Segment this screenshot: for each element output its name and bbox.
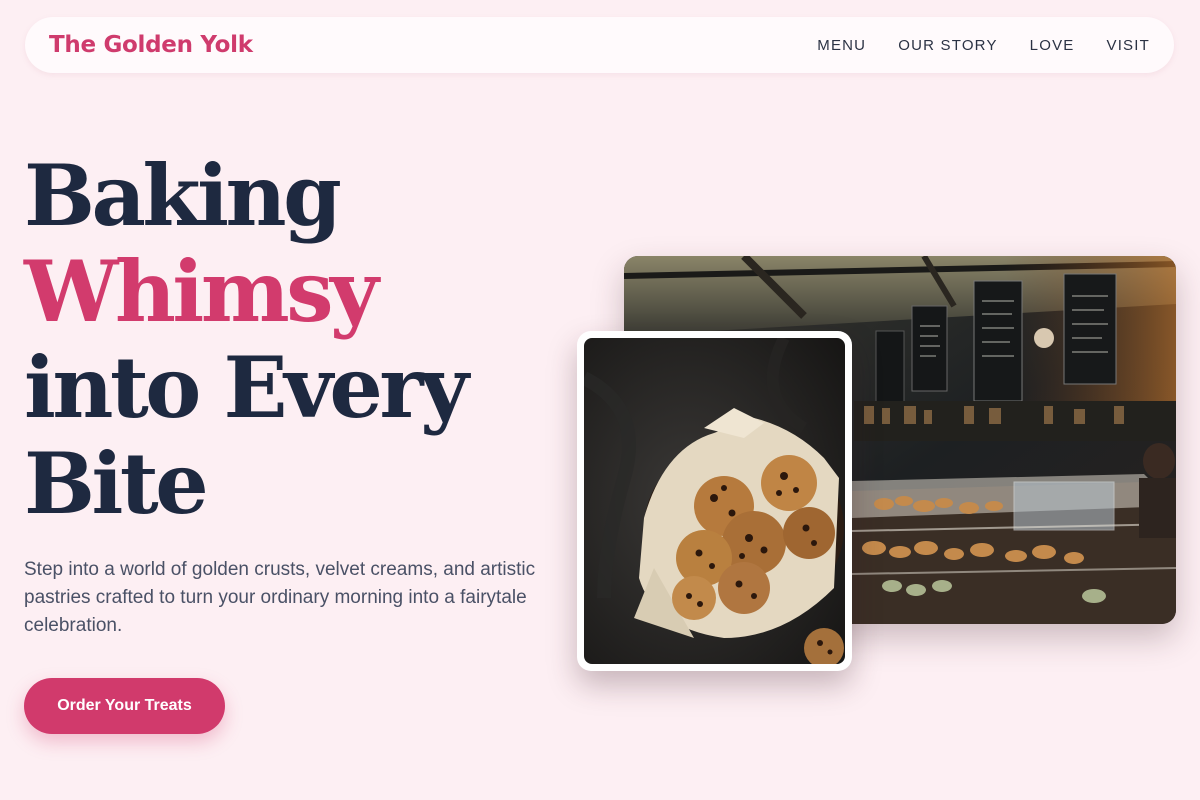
headline-line-3: into Every bbox=[24, 338, 469, 437]
main-nav: MENU OUR STORY LOVE VISIT bbox=[817, 37, 1150, 54]
nav-link-our-story[interactable]: OUR STORY bbox=[898, 37, 997, 54]
hero-headline: Baking Whimsy into Every Bite bbox=[24, 148, 584, 532]
brand-logo[interactable]: The Golden Yolk bbox=[49, 32, 253, 58]
top-navbar: The Golden Yolk MENU OUR STORY LOVE VISI… bbox=[25, 17, 1174, 73]
headline-line-4: Bite bbox=[24, 434, 209, 533]
cookies-basket-image bbox=[584, 338, 845, 664]
headline-line-1: Baking bbox=[24, 146, 342, 245]
headline-accent-word: Whimsy bbox=[24, 242, 379, 341]
nav-link-menu[interactable]: MENU bbox=[817, 37, 866, 54]
nav-link-love[interactable]: LOVE bbox=[1030, 37, 1075, 54]
hero-subtitle: Step into a world of golden crusts, velv… bbox=[24, 559, 536, 636]
nav-link-visit[interactable]: VISIT bbox=[1106, 37, 1150, 54]
order-treats-button[interactable]: Order Your Treats bbox=[24, 678, 225, 734]
cookies-photo-card bbox=[577, 331, 852, 671]
